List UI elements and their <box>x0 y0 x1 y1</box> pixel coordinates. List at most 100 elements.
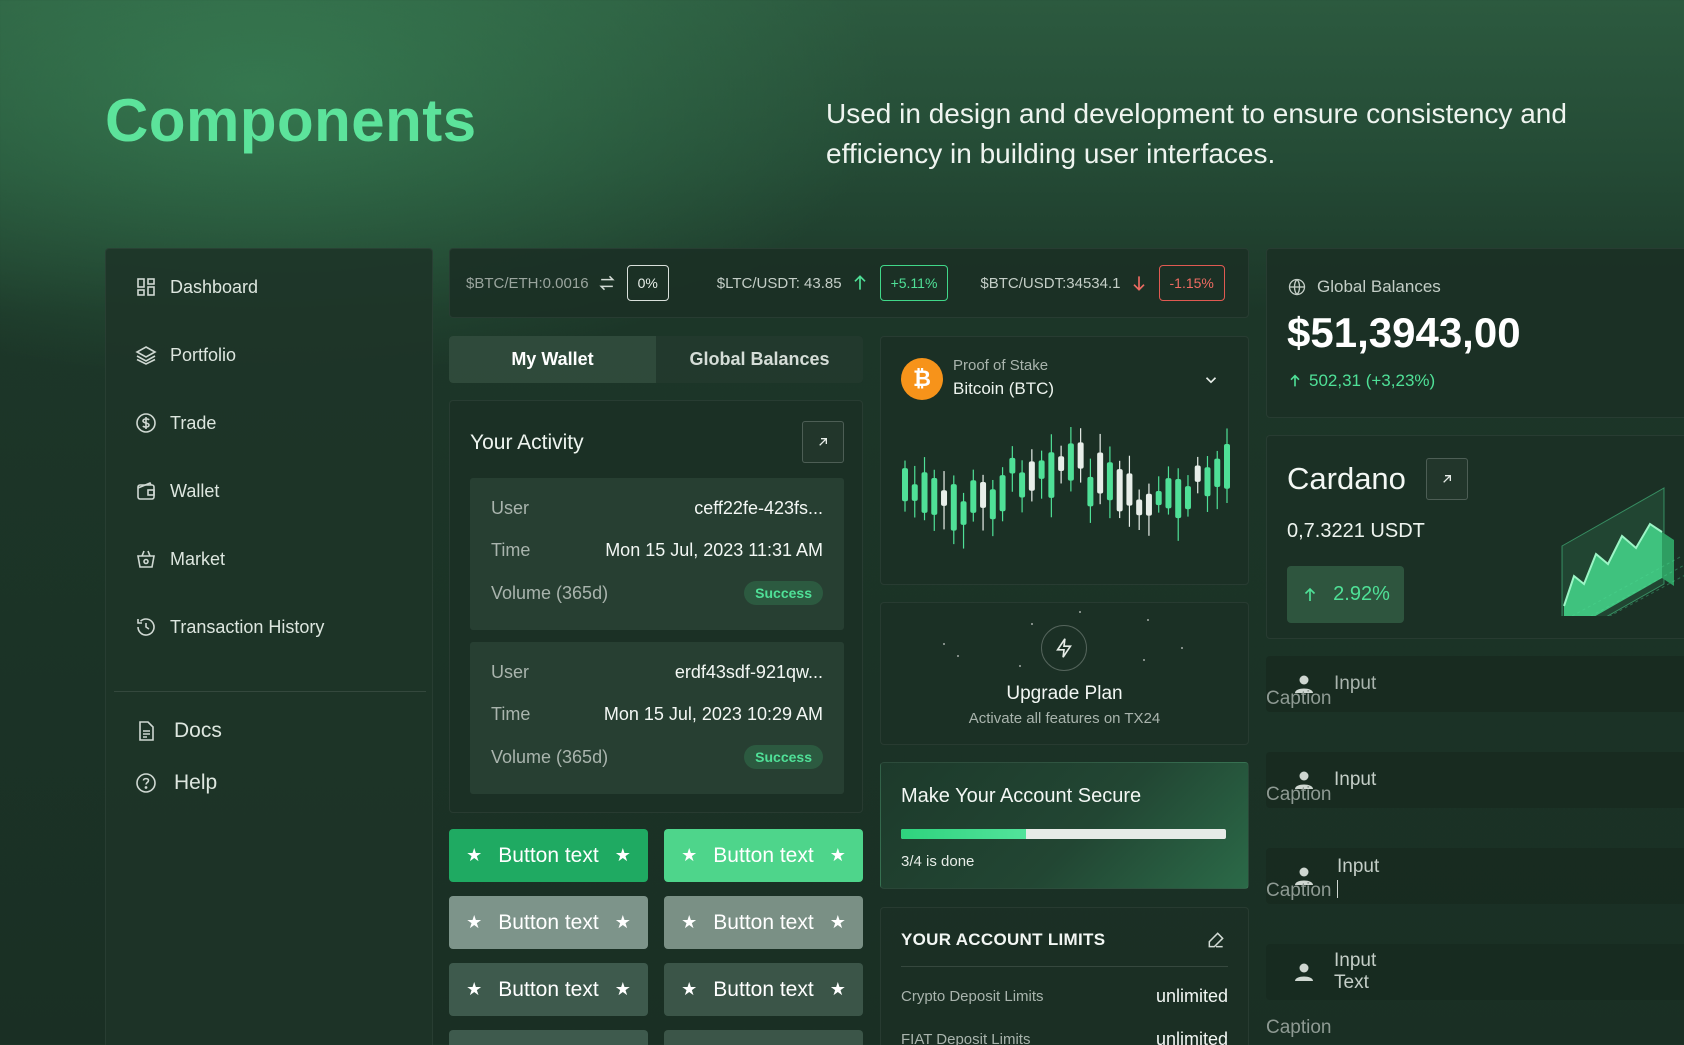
candle-body <box>1136 499 1143 516</box>
primary-button-hover[interactable]: ★ Button text ★ <box>664 829 863 882</box>
primary-button[interactable]: ★ Button text ★ <box>449 829 648 882</box>
sidebar-item-label: Help <box>174 771 218 794</box>
disabled-button-hover[interactable]: ★ Button text ★ <box>664 896 863 949</box>
user-id: erdf43sdf-921qw... <box>674 662 823 682</box>
sidebar-item-label: Transaction History <box>170 616 325 637</box>
text-input-filled[interactable]: Input Text <box>1266 944 1684 1000</box>
sidebar-item-portfolio[interactable]: Portfolio <box>134 343 236 367</box>
input-value: Input Text <box>1334 950 1377 993</box>
upgrade-subtitle: Activate all features on TX24 <box>968 710 1161 727</box>
open-activity-button[interactable] <box>802 421 844 463</box>
ticker-label: $BTC/ETH:0.0016 <box>466 274 589 292</box>
swap-icon[interactable] <box>597 273 617 293</box>
sidebar-item-label: Portfolio <box>170 344 237 365</box>
history-icon <box>137 618 155 636</box>
security-progress-bar <box>901 829 1226 839</box>
candle-body <box>1214 458 1221 487</box>
arrow-up-icon <box>853 275 866 290</box>
help-icon <box>136 773 156 793</box>
sidebar-item-wallet[interactable]: Wallet <box>134 479 219 503</box>
user-label: User <box>491 498 530 518</box>
volume-label: Volume (365d) <box>491 746 609 767</box>
limit-row: Crypto Deposit Limits unlimited <box>901 986 1228 1007</box>
star-icon: ★ <box>681 979 698 999</box>
basket-icon <box>137 550 155 568</box>
arrow-up-icon <box>1290 374 1300 387</box>
sidebar-item-transaction-history[interactable]: Transaction History <box>134 615 324 639</box>
candle-body <box>1145 493 1152 516</box>
upgrade-title: Upgrade Plan <box>1006 683 1123 704</box>
user-id: ceff22fe-423fs... <box>694 498 823 518</box>
open-cardano-button[interactable] <box>1426 458 1468 500</box>
star-icon: ★ <box>466 912 483 932</box>
sidebar-item-help[interactable]: Help <box>134 771 217 795</box>
coin-chart-card: ₿ Proof of Stake Bitcoin (BTC) <box>880 336 1249 585</box>
limit-value: unlimited <box>1155 1029 1228 1045</box>
global-balances-card: Global Balances $51,3943,00 502,31 (+3,2… <box>1266 248 1684 418</box>
button-label: Button text <box>498 843 599 867</box>
limit-label: Crypto Deposit Limits <box>901 988 1044 1005</box>
list-item[interactable]: User ceff22fe-423fs... Time Mon 15 Jul, 20… <box>470 478 844 630</box>
disabled-button[interactable]: ★ Button text ★ <box>449 896 648 949</box>
candle-body <box>1224 443 1230 489</box>
secondary-button[interactable]: ★ Button text ★ <box>449 963 648 1016</box>
globe-icon <box>1288 278 1306 296</box>
star-icon: ★ <box>614 979 631 999</box>
arrow-down-icon <box>1132 276 1145 291</box>
divider <box>901 966 1228 967</box>
tertiary-button-hover[interactable] <box>664 1030 863 1045</box>
sidebar-item-dashboard[interactable]: Dashboard <box>134 275 258 299</box>
edit-icon[interactable] <box>1206 930 1226 950</box>
secondary-button-hover[interactable]: ★ Button text ★ <box>664 963 863 1016</box>
ticker-badge: 0% <box>626 265 669 301</box>
limits-title: YOUR ACCOUNT LIMITS <box>901 930 1106 949</box>
text-cursor <box>1337 880 1338 898</box>
tab-my-wallet[interactable]: My Wallet <box>449 336 656 383</box>
candle-body <box>911 484 918 501</box>
sidebar-item-trade[interactable]: Trade <box>134 411 216 435</box>
candle-body <box>1175 478 1182 519</box>
dollar-icon <box>136 413 156 433</box>
candle-body <box>1019 472 1026 498</box>
list-item[interactable]: User erdf43sdf-921qw... Time Mon 15 Jul, 2… <box>470 642 844 794</box>
sidebar-item-label: Market <box>170 548 226 569</box>
candle-body <box>960 501 967 525</box>
activity-card: Your Activity User ceff22fe-423fs... Time… <box>449 400 863 813</box>
status-badge: Success <box>744 745 823 769</box>
sidebar-item-market[interactable]: Market <box>134 547 225 571</box>
candle-body <box>999 475 1006 512</box>
activity-title: Your Activity <box>470 431 584 454</box>
candle-body <box>1165 478 1172 509</box>
sidebar-item-label: Dashboard <box>170 276 259 297</box>
layers-icon <box>135 346 157 365</box>
star-icon: ★ <box>614 912 631 932</box>
arrow-up-icon <box>1305 587 1316 601</box>
input-caption: Caption <box>1266 784 1332 805</box>
page-title: Components <box>105 87 477 154</box>
candle-body <box>980 481 987 508</box>
arrow-up-right-icon <box>1443 475 1451 483</box>
sidebar-item-docs[interactable]: Docs <box>134 719 222 743</box>
star-icon: ★ <box>829 912 846 932</box>
chevron-down-icon[interactable] <box>1202 371 1220 389</box>
candle-body <box>970 480 977 513</box>
progress-caption: 3/4 is done <box>901 853 975 870</box>
ticker-badge: -1.15% <box>1158 265 1225 301</box>
candle-body <box>1009 457 1016 474</box>
tertiary-button[interactable] <box>449 1030 648 1045</box>
upgrade-plan-card[interactable]: Upgrade Plan Activate all features on TX… <box>880 602 1249 745</box>
secure-title: Make Your Account Secure <box>901 785 1142 807</box>
star-icon: ★ <box>681 845 698 865</box>
candle-body <box>1126 473 1133 506</box>
limit-row: FIAT Deposit Limits unlimited <box>901 1029 1228 1045</box>
candle-body <box>1184 486 1191 510</box>
ticker-pair-ltc-usdt: $LTC/USDT: 43.85 +5.11% <box>717 265 949 301</box>
page-description: Used in design and development to ensure… <box>826 98 1567 169</box>
tab-global-balances[interactable]: Global Balances <box>656 336 863 383</box>
ticker-label: $LTC/USDT: 43.85 <box>716 274 842 292</box>
candle-body <box>1028 461 1035 491</box>
input-caption: Caption <box>1266 1017 1332 1038</box>
sidebar-item-label: Wallet <box>170 480 220 501</box>
balance-change: 502,31 (+3,23%) <box>1287 371 1435 391</box>
coin-name: Bitcoin (BTC) <box>953 379 1055 398</box>
